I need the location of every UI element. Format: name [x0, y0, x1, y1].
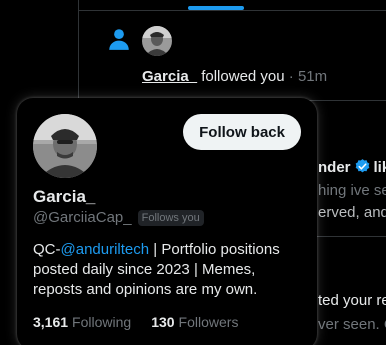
bg-text-fragment: ted your re: [318, 292, 386, 309]
bg-text-fragment: ver seen. C: [318, 316, 386, 333]
following-label: Following: [72, 314, 132, 330]
bio-mention-link[interactable]: @anduriltech: [61, 241, 150, 258]
notification-avatar[interactable]: [142, 26, 172, 56]
bio-prefix: QC-: [33, 241, 61, 258]
following-stat[interactable]: 3,161 Following: [33, 314, 131, 330]
profile-handle-row: @GarciiaCap_ Follows you: [33, 209, 204, 226]
profile-display-name[interactable]: Garcia_: [33, 187, 95, 207]
profile-avatar[interactable]: [33, 114, 97, 178]
notification-user-name[interactable]: Garcia_: [142, 68, 197, 85]
notification-time: 51m: [297, 68, 328, 85]
followers-count: 130: [151, 314, 175, 330]
tab-divider: [78, 10, 386, 11]
profile-bio: QC-@anduriltech | Portfolio positions po…: [33, 240, 305, 300]
following-count: 3,161: [33, 314, 69, 330]
followers-label: Followers: [178, 314, 239, 330]
verified-badge-icon: [354, 158, 371, 179]
bg-text-fragment: hing ive se: [318, 182, 386, 199]
active-tab-indicator: [188, 6, 244, 10]
profile-handle[interactable]: @GarciiaCap_: [33, 209, 132, 226]
person-icon: [106, 26, 132, 52]
notification-text: Garcia_ followed you · 51m: [142, 68, 327, 85]
profile-hover-card: Follow back Garcia_ @GarciiaCap_ Follows…: [17, 98, 317, 345]
notification-action: followed you: [201, 68, 285, 85]
followers-stat[interactable]: 130 Followers: [151, 314, 238, 330]
profile-stats: 3,161 Following 130 Followers: [33, 314, 238, 330]
bg-user-name-fragment: nderlik: [318, 158, 386, 179]
notification-separator: ·: [288, 68, 294, 85]
follows-you-badge: Follows you: [137, 209, 204, 226]
bg-text-fragment: erved, and: [318, 204, 386, 221]
follow-back-button[interactable]: Follow back: [183, 114, 301, 150]
